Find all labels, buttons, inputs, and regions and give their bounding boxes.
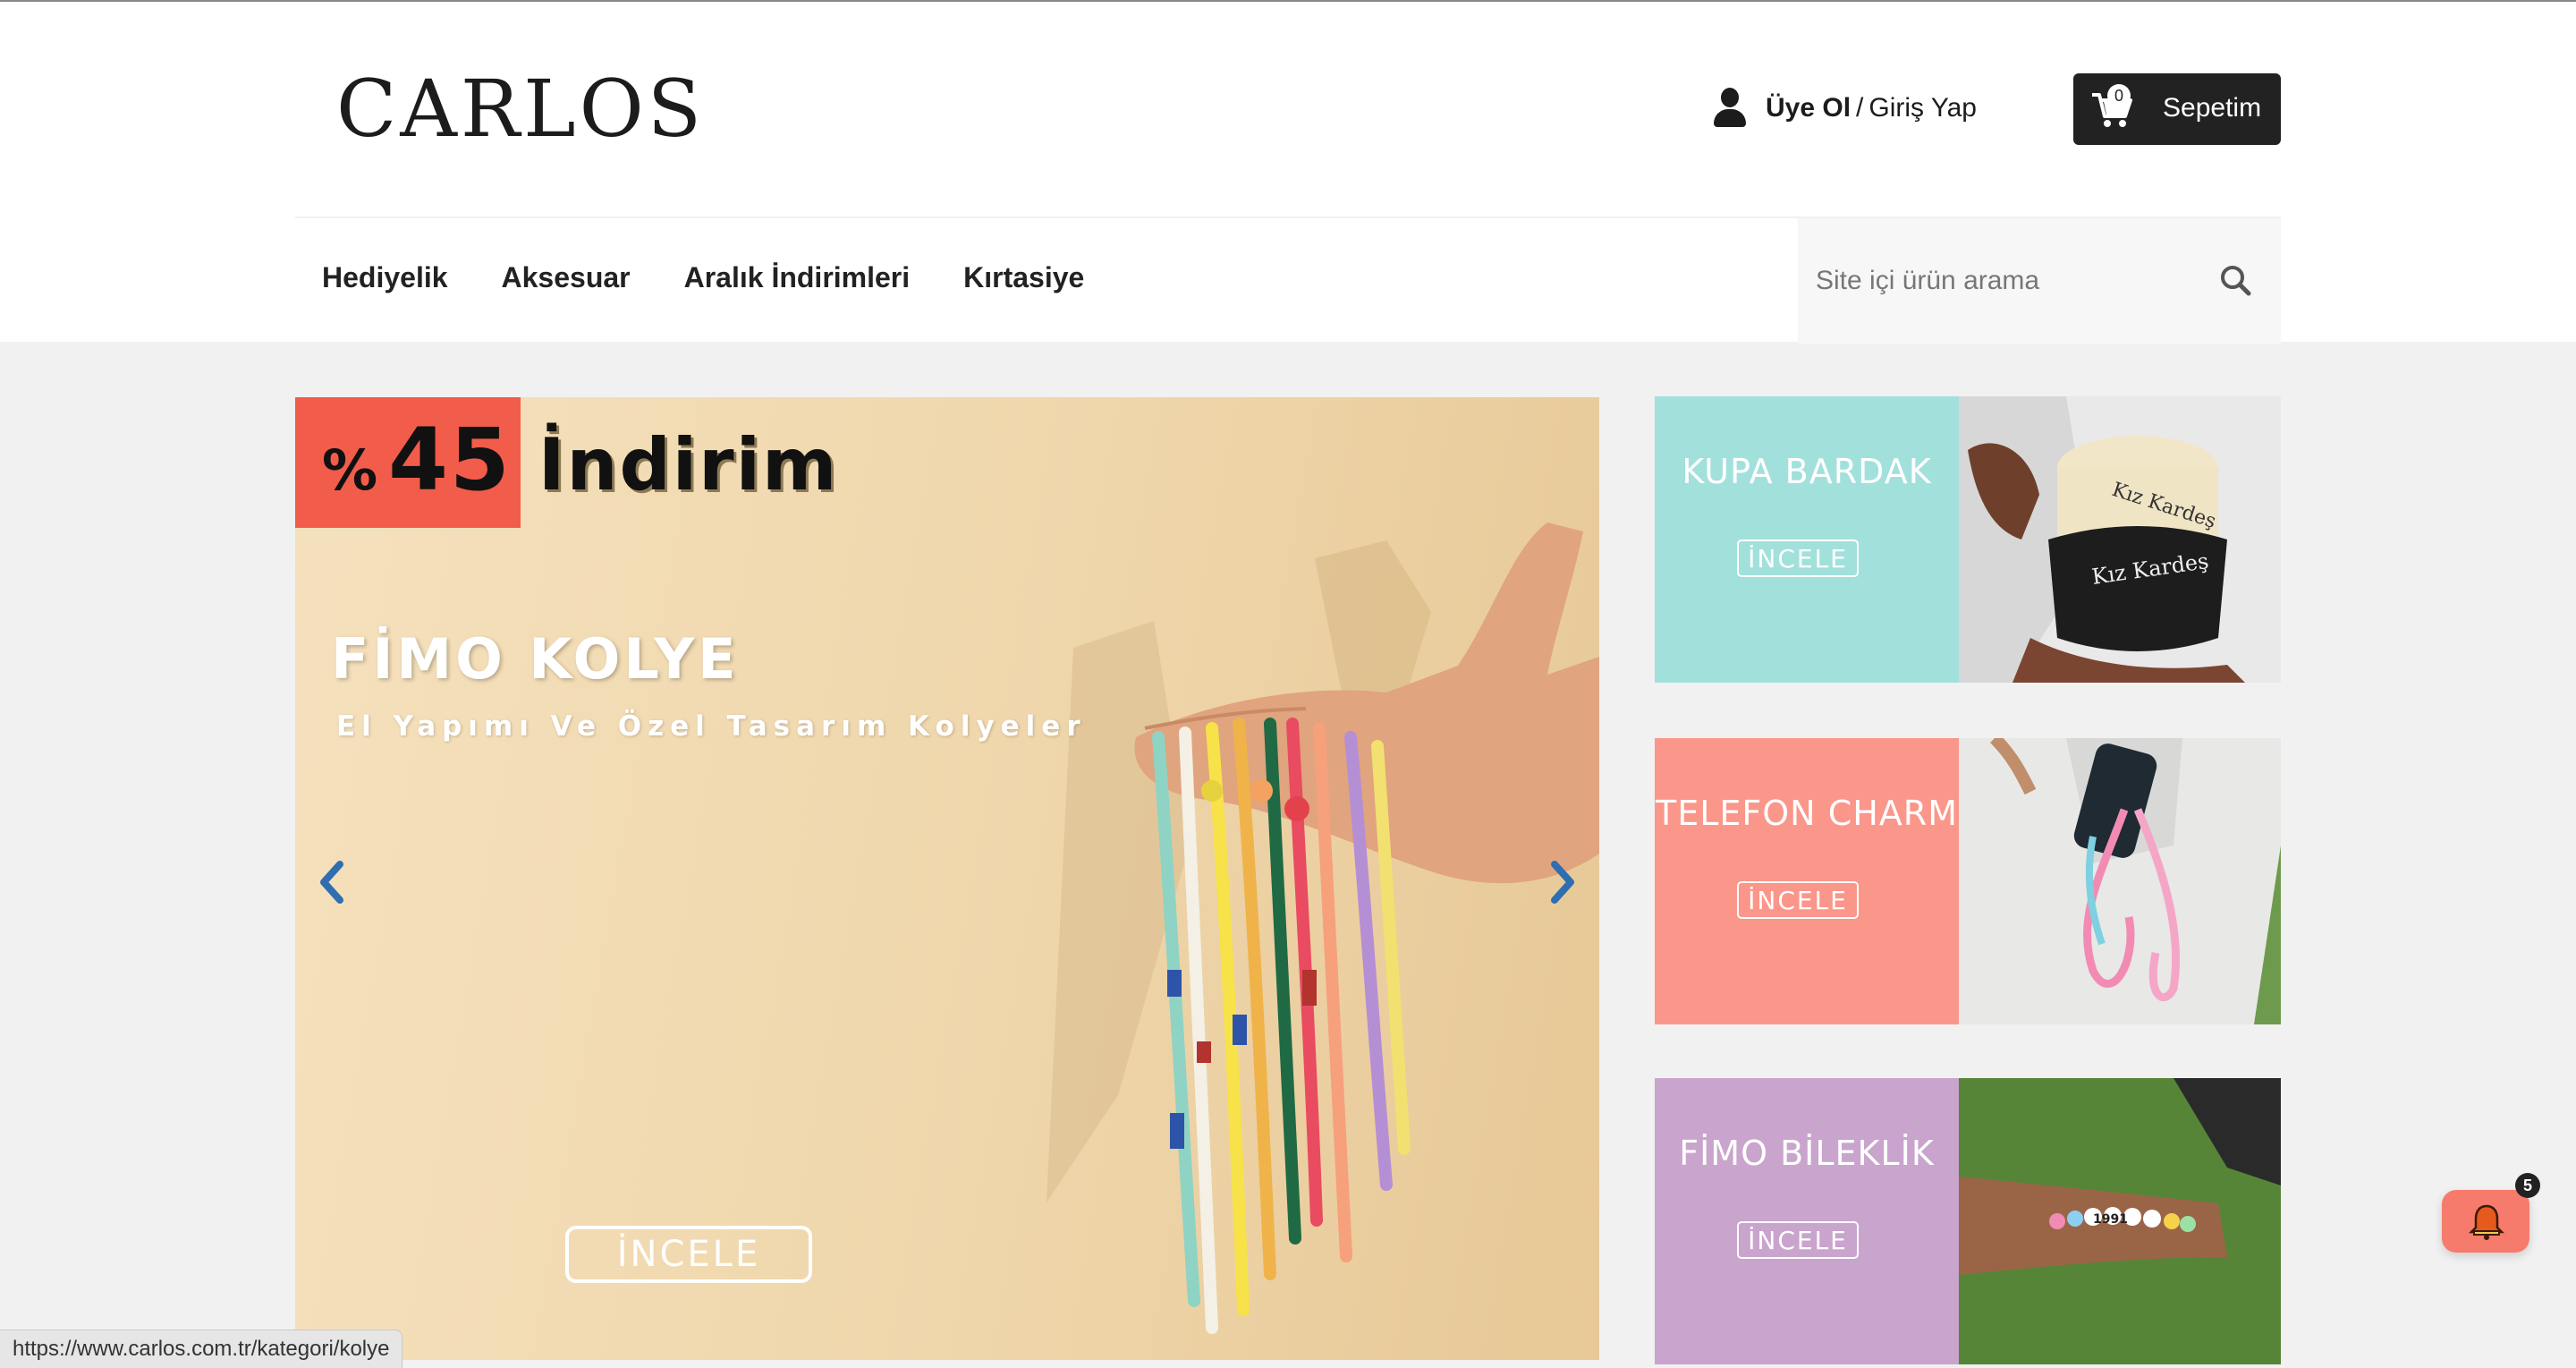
status-bar-url: https://www.carlos.com.tr/kategori/kolye bbox=[0, 1330, 403, 1368]
phone-charm-photo bbox=[1959, 738, 2281, 1024]
bell-icon bbox=[2469, 1204, 2504, 1240]
nav-item-hediyelik[interactable]: Hediyelik bbox=[322, 261, 448, 294]
notification-button[interactable] bbox=[2442, 1190, 2529, 1253]
login-link[interactable]: Giriş Yap bbox=[1868, 93, 1977, 123]
bead-necklaces-image bbox=[1046, 523, 1599, 1334]
signup-link[interactable]: Üye Ol bbox=[1766, 93, 1851, 123]
user-icon bbox=[1712, 88, 1748, 129]
slide-cta-button[interactable]: İNCELE bbox=[565, 1226, 812, 1283]
slide-title: FİMO KOLYE bbox=[331, 626, 740, 692]
banner-incele-button[interactable]: İNCELE bbox=[1737, 1221, 1859, 1259]
nav-item-kirtasiye[interactable]: Kırtasiye bbox=[963, 261, 1084, 294]
cart-label: Sepetim bbox=[2163, 93, 2262, 123]
bracelet-text: 1991 bbox=[2093, 1212, 2128, 1227]
slider-next-arrow-icon[interactable] bbox=[1544, 857, 1580, 907]
cart-count-badge: 0 bbox=[2107, 84, 2131, 107]
discount-percent-symbol: % bbox=[322, 438, 380, 503]
banner-kupa-bardak[interactable]: Kız Kardeş Kız Kardeş KUPA BARDAK İNCELE bbox=[1655, 396, 2281, 683]
banner-incele-button[interactable]: İNCELE bbox=[1737, 881, 1859, 919]
account-links: Üye Ol / Giriş Yap bbox=[1712, 84, 1977, 132]
banner-title: TELEFON CHARM bbox=[1656, 794, 1958, 833]
slider-prev-arrow-icon[interactable] bbox=[315, 857, 351, 907]
banner-telefon-charm[interactable]: TELEFON CHARM İNCELE bbox=[1655, 738, 2281, 1024]
nav-item-aksesuar[interactable]: Aksesuar bbox=[502, 261, 631, 294]
banner-title: FİMO BİLEKLİK bbox=[1679, 1134, 1935, 1173]
main-nav: Hediyelik Aksesuar Aralık İndirimleri Kı… bbox=[322, 261, 1084, 294]
banner-incele-button[interactable]: İNCELE bbox=[1737, 540, 1859, 577]
nav-item-aralik-indirimleri[interactable]: Aralık İndirimleri bbox=[684, 261, 911, 294]
discount-word: İndirim bbox=[538, 423, 839, 506]
site-header: CARLOS Üye Ol / Giriş Yap 0 Sepetim Hedi… bbox=[0, 2, 2576, 344]
account-separator: / bbox=[1856, 93, 1864, 123]
mug-photo: Kız Kardeş Kız Kardeş bbox=[1959, 396, 2281, 683]
banner-fimo-bileklik[interactable]: 1991 FİMO BİLEKLİK İNCELE bbox=[1655, 1078, 2281, 1364]
search-icon[interactable] bbox=[2218, 263, 2254, 299]
site-logo[interactable]: CARLOS bbox=[336, 63, 705, 155]
search-box bbox=[1798, 218, 2281, 344]
discount-value: 45 bbox=[388, 410, 512, 510]
cart-button[interactable]: 0 Sepetim bbox=[2073, 73, 2281, 145]
bracelet-photo: 1991 bbox=[1959, 1078, 2281, 1364]
search-input[interactable] bbox=[1816, 258, 2209, 304]
notification-count-badge: 5 bbox=[2515, 1173, 2540, 1198]
hero-slider[interactable]: % 45 İndirim FİMO KOLYE El Yapımı Ve Özel … bbox=[295, 397, 1599, 1360]
banner-title: KUPA BARDAK bbox=[1682, 452, 1932, 491]
discount-badge: % 45 İndirim bbox=[322, 410, 838, 510]
slide-subtitle: El Yapımı Ve Özel Tasarım Kolyeler bbox=[336, 710, 1087, 743]
